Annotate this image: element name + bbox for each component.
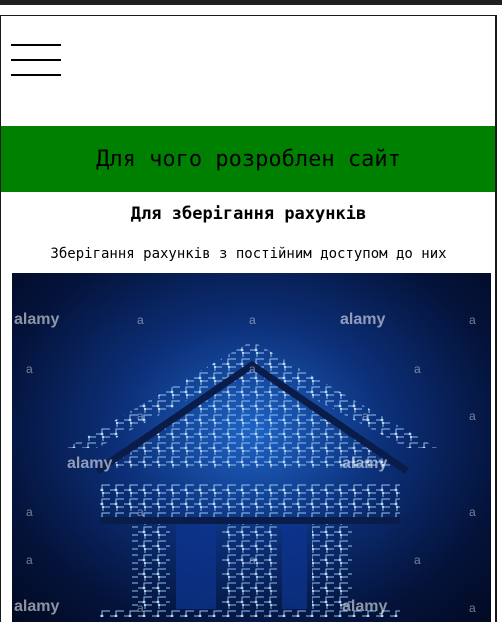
watermark-mark: a <box>362 409 369 423</box>
watermark-mark: a <box>249 313 256 327</box>
watermark-mark: a <box>137 601 144 615</box>
banner-title: Для чого розроблен сайт <box>96 146 401 172</box>
watermark-mark: a <box>469 409 476 423</box>
section-heading: Для зберігання рахунків <box>130 204 367 224</box>
page-frame: Для чого розроблен сайт Для зберігання р… <box>0 15 497 622</box>
hamburger-menu-icon[interactable] <box>11 44 63 80</box>
section-description: Зберігання рахунків з постійним доступом… <box>50 246 447 262</box>
purpose-banner: Для чого розроблен сайт <box>1 126 495 192</box>
watermark-mark: a <box>249 362 256 376</box>
hamburger-line <box>11 44 61 46</box>
hamburger-line <box>11 74 61 76</box>
watermark-mark: a <box>469 505 476 519</box>
watermark-mark: a <box>137 505 144 519</box>
watermark-text: alamy <box>342 455 388 472</box>
watermark-mark: a <box>26 553 33 567</box>
watermark-text: alamy <box>340 311 386 328</box>
watermark-text: alamy <box>67 455 113 472</box>
watermark-mark: a <box>137 313 144 327</box>
circuit-house-image: alamy alamy alamy alamy alamy alamy a a … <box>12 273 491 622</box>
watermark-mark: a <box>26 505 33 519</box>
watermark-mark: a <box>414 362 421 376</box>
watermark-text: alamy <box>342 598 388 615</box>
watermark-mark: a <box>26 362 33 376</box>
watermark-mark: a <box>469 601 476 615</box>
watermark-text: alamy <box>14 598 60 615</box>
watermark-mark: a <box>469 313 476 327</box>
watermark-mark: a <box>249 553 256 567</box>
watermark-mark: a <box>414 553 421 567</box>
browser-top-bar <box>0 0 502 5</box>
hamburger-line <box>11 59 61 61</box>
watermark-mark: a <box>137 409 144 423</box>
watermark-text: alamy <box>14 311 60 328</box>
